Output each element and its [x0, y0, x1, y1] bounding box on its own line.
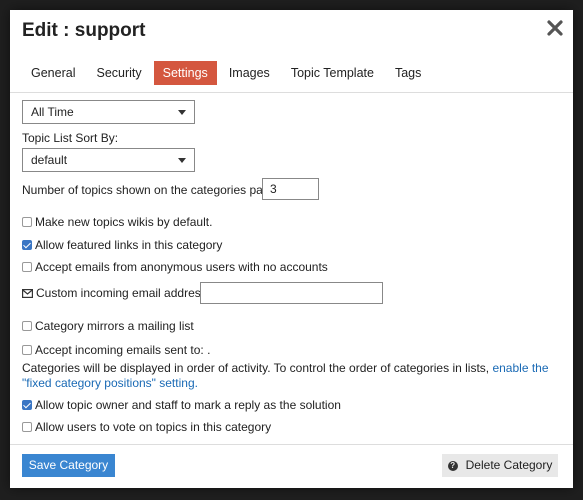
- incoming-emails-label: Accept incoming emails sent to: .: [35, 343, 211, 357]
- category-order-info: Categories will be displayed in order of…: [22, 361, 557, 391]
- close-icon[interactable]: [546, 19, 564, 37]
- incoming-emails-checkbox[interactable]: [22, 345, 32, 355]
- solution-checkbox[interactable]: [22, 400, 32, 410]
- wiki-default-row[interactable]: Make new topics wikis by default.: [22, 215, 212, 229]
- anonymous-emails-checkbox[interactable]: [22, 262, 32, 272]
- custom-email-label: Custom incoming email address:: [36, 286, 211, 300]
- featured-links-row[interactable]: Allow featured links in this category: [22, 238, 222, 252]
- voting-row[interactable]: Allow users to vote on topics in this ca…: [22, 420, 271, 434]
- envelope-icon: [22, 288, 33, 298]
- footer-divider: [10, 444, 573, 445]
- anonymous-emails-row[interactable]: Accept emails from anonymous users with …: [22, 260, 328, 274]
- tab-images[interactable]: Images: [220, 61, 279, 85]
- featured-links-checkbox[interactable]: [22, 240, 32, 250]
- tab-bar: General Security Settings Images Topic T…: [22, 61, 433, 85]
- num-topics-input[interactable]: 3: [262, 178, 319, 200]
- featured-links-label: Allow featured links in this category: [35, 238, 223, 252]
- sort-select[interactable]: default: [22, 148, 195, 172]
- tab-settings[interactable]: Settings: [153, 61, 217, 85]
- mailing-list-checkbox[interactable]: [22, 321, 32, 331]
- mailing-list-row[interactable]: Category mirrors a mailing list: [22, 319, 194, 333]
- sort-select-value: default: [31, 153, 68, 167]
- edit-category-modal: Edit : support General Security Settings…: [10, 10, 573, 488]
- modal-title: Edit : support: [22, 20, 146, 41]
- solution-row[interactable]: Allow topic owner and staff to mark a re…: [22, 398, 341, 412]
- tab-topic-template[interactable]: Topic Template: [282, 61, 383, 85]
- mailing-list-label: Category mirrors a mailing list: [35, 319, 194, 333]
- anonymous-emails-label: Accept emails from anonymous users with …: [35, 260, 328, 274]
- solution-label: Allow topic owner and staff to mark a re…: [35, 398, 341, 412]
- delete-category-button[interactable]: ? Delete Category: [442, 454, 558, 477]
- period-select[interactable]: All Time: [22, 100, 195, 124]
- sort-label: Topic List Sort By:: [22, 131, 119, 145]
- category-order-text: Categories will be displayed in order of…: [22, 361, 493, 375]
- wiki-default-label: Make new topics wikis by default.: [35, 215, 213, 229]
- tab-tags[interactable]: Tags: [386, 61, 430, 85]
- period-select-value: All Time: [31, 105, 74, 119]
- modal-header: Edit : support: [10, 10, 573, 54]
- delete-category-label: Delete Category: [465, 458, 553, 472]
- chevron-down-icon: [178, 110, 186, 115]
- tab-security[interactable]: Security: [87, 61, 150, 85]
- num-topics-label: Number of topics shown on the categories…: [22, 183, 280, 197]
- voting-checkbox[interactable]: [22, 422, 32, 432]
- save-category-button[interactable]: Save Category: [22, 454, 115, 477]
- voting-label: Allow users to vote on topics in this ca…: [35, 420, 272, 434]
- header-divider: [10, 92, 573, 93]
- custom-email-input[interactable]: [200, 282, 383, 304]
- incoming-emails-row[interactable]: Accept incoming emails sent to: .: [22, 343, 210, 357]
- chevron-down-icon: [178, 158, 186, 163]
- tab-general[interactable]: General: [22, 61, 84, 85]
- question-circle-icon: ?: [447, 460, 458, 471]
- custom-email-row: Custom incoming email address:: [22, 286, 210, 300]
- wiki-default-checkbox[interactable]: [22, 217, 32, 227]
